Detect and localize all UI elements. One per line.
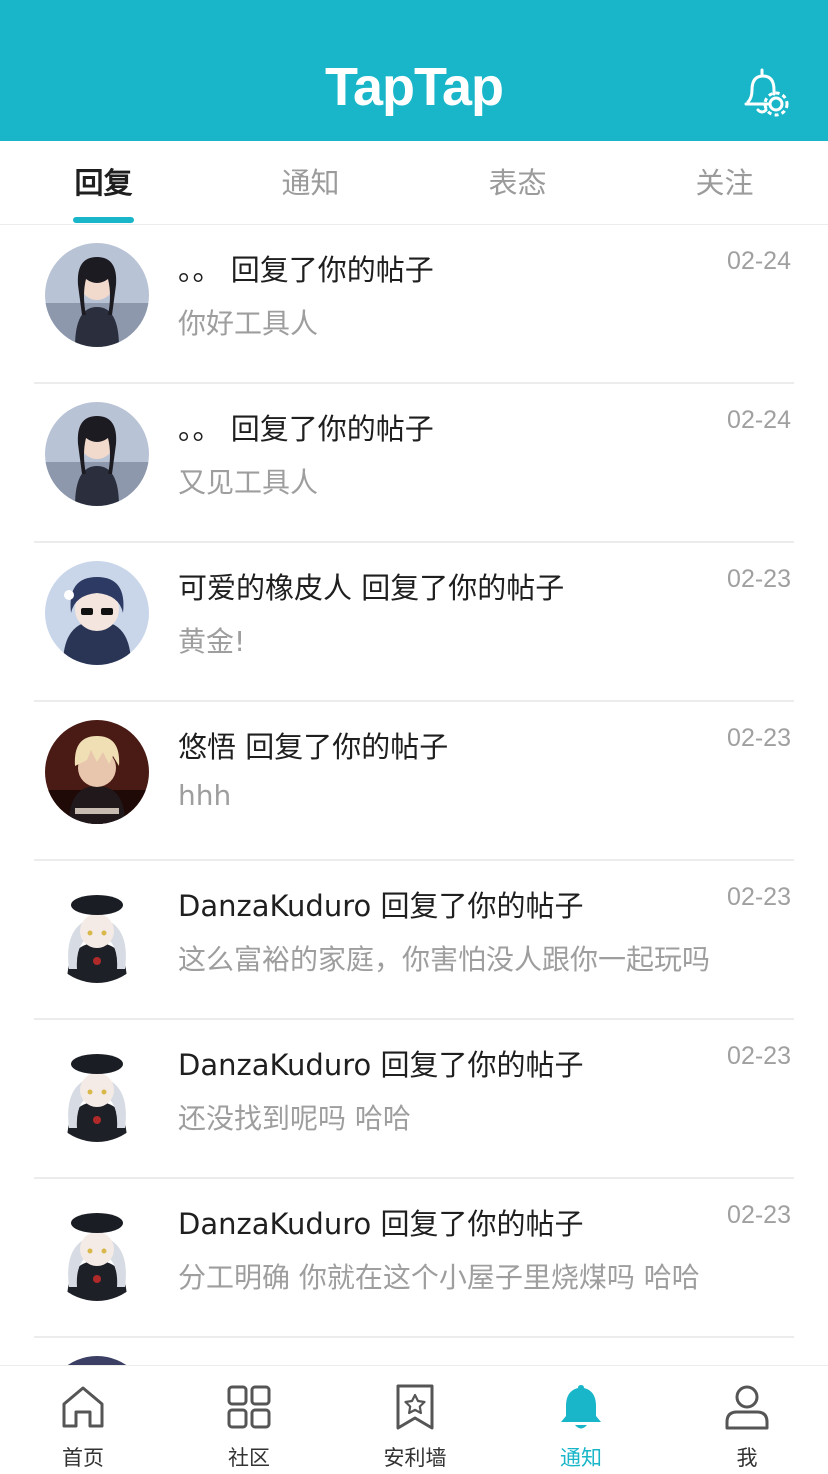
user-icon [725, 1385, 769, 1430]
reply-date: 02-24 [727, 247, 791, 275]
avatar[interactable] [45, 402, 149, 506]
notification-tabs: 回复 通知 表态 关注 [0, 141, 828, 225]
reply-snippet: hhh [178, 779, 232, 812]
nav-label: 安利墙 [383, 1446, 447, 1470]
nav-me[interactable]: 我 [664, 1366, 828, 1474]
reply-snippet: 黄金! [178, 625, 246, 658]
nav-home[interactable]: 首页 [0, 1366, 166, 1474]
avatar[interactable] [45, 720, 149, 824]
nav-label: 我 [736, 1446, 758, 1470]
reply-date: 02-23 [727, 724, 791, 752]
list-item[interactable]: 可爱的橡皮人 回复了你的帖子 02-23 黄金! [0, 543, 828, 702]
reply-snippet: 分工明确 你就在这个小屋子里烧煤吗 哈哈 [178, 1261, 700, 1294]
active-tab-indicator [73, 217, 134, 223]
list-item[interactable]: DanzaKuduro 回复了你的帖子 02-23 分工明确 你就在这个小屋子里… [0, 1179, 828, 1338]
taptap-logo: TapTap [325, 57, 504, 117]
app-header: TapTap [0, 0, 828, 141]
reply-date: 02-23 [727, 1042, 791, 1070]
bell-settings-icon[interactable] [740, 66, 790, 118]
reply-snippet: 还没找到呢吗 哈哈 [178, 1102, 411, 1135]
reply-title: DanzaKuduro 回复了你的帖子 [178, 1048, 584, 1082]
reply-snippet: 这么富裕的家庭，你害怕没人跟你一起玩吗 [178, 943, 711, 976]
grid-icon [227, 1385, 271, 1429]
anime-silver-hair-avatar [45, 879, 149, 983]
reply-snippet: 你好工具人 [178, 307, 319, 340]
bottom-navigation: 首页 社区 安利墙 通知 我 [0, 1365, 828, 1474]
reply-date: 02-23 [727, 565, 791, 593]
nav-label: 首页 [62, 1446, 104, 1470]
anime-silver-hair-avatar [45, 1038, 149, 1142]
list-item[interactable]: 。。 回复了你的帖子 02-24 你好工具人 [0, 225, 828, 384]
tab-follows[interactable]: 关注 [621, 141, 828, 224]
anime-silver-hair-avatar [45, 1197, 149, 1301]
home-icon [62, 1386, 104, 1428]
list-item[interactable]: DanzaKuduro 回复了你的帖子 02-23 这么富裕的家庭，你害怕没人跟… [0, 861, 828, 1020]
anime-blond-avatar [45, 720, 149, 824]
list-item[interactable]: 悠悟 回复了你的帖子 02-23 hhh [0, 702, 828, 861]
avatar[interactable] [45, 561, 149, 665]
avatar[interactable] [45, 1038, 149, 1142]
bell-icon [561, 1385, 601, 1429]
reply-title: DanzaKuduro 回复了你的帖子 [178, 1207, 584, 1241]
avatar[interactable] [45, 243, 149, 347]
anime-sunglasses-avatar [45, 561, 149, 665]
girl-photo-avatar [45, 243, 149, 347]
reply-date: 02-23 [727, 883, 791, 911]
avatar[interactable] [45, 879, 149, 983]
reply-date: 02-24 [727, 406, 791, 434]
nav-notifications[interactable]: 通知 [498, 1366, 664, 1474]
tab-reactions[interactable]: 表态 [414, 141, 621, 224]
reply-title: 。。 回复了你的帖子 [178, 412, 434, 446]
nav-community[interactable]: 社区 [166, 1366, 332, 1474]
reply-list: 。。 回复了你的帖子 02-24 你好工具人 。。 回复了你的帖子 02-24 … [0, 225, 828, 1365]
reply-title: 悠悟 回复了你的帖子 [178, 730, 449, 764]
reply-title: 。。 回复了你的帖子 [178, 253, 434, 287]
list-item[interactable]: DanzaKuduro 回复了你的帖子 02-23 还没找到呢吗 哈哈 [0, 1020, 828, 1179]
reply-title: 可爱的橡皮人 回复了你的帖子 [178, 571, 565, 605]
reply-date: 02-23 [727, 1201, 791, 1229]
bookmark-star-icon [396, 1384, 434, 1430]
tab-replies[interactable]: 回复 [0, 141, 207, 224]
nav-label: 社区 [228, 1446, 270, 1470]
avatar[interactable] [45, 1197, 149, 1301]
list-item-partial[interactable] [0, 1338, 828, 1365]
reply-snippet: 又见工具人 [178, 466, 319, 499]
list-item[interactable]: 。。 回复了你的帖子 02-24 又见工具人 [0, 384, 828, 543]
reply-title: DanzaKuduro 回复了你的帖子 [178, 889, 584, 923]
girl-photo-avatar [45, 402, 149, 506]
tab-notifications[interactable]: 通知 [207, 141, 414, 224]
nav-recommend-wall[interactable]: 安利墙 [332, 1366, 498, 1474]
nav-label: 通知 [560, 1446, 602, 1470]
avatar-image [45, 1356, 149, 1365]
avatar[interactable] [45, 1356, 149, 1365]
